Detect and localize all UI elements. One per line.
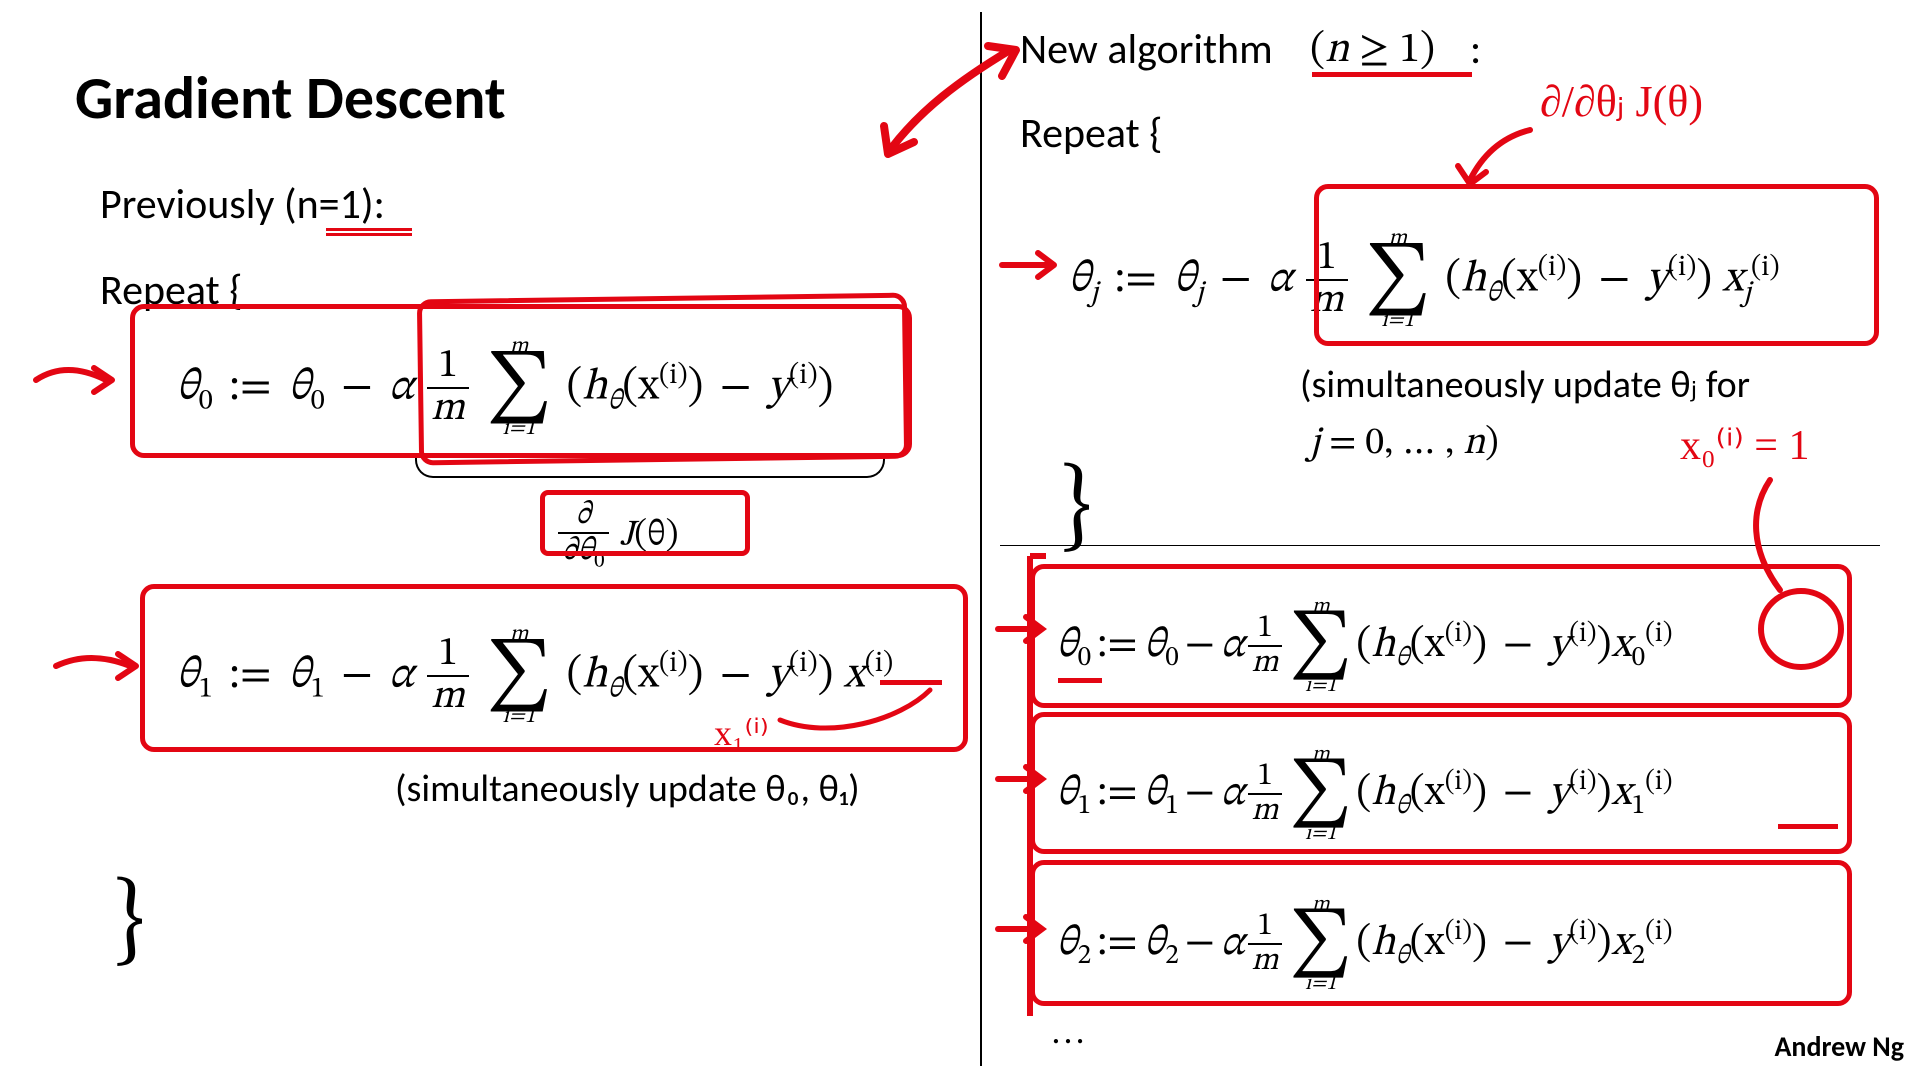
arrow-theta1 [50,636,150,696]
column-divider [980,12,982,1066]
right-sim-a: (simultaneously update θⱼ for [1300,362,1750,408]
left-close-brace: } [113,862,144,982]
right-sim-b: j = 0, … , n) [1310,420,1499,468]
hand-x0-eq-1: x₀⁽ⁱ⁾ = 1 [1680,420,1809,470]
page-title: Gradient Descent [75,62,506,135]
right-header-colon: : [1470,24,1481,75]
left-sim-update: (simultaneously update θ₀, θ₁) [395,766,860,812]
right-ellipsis: … [1050,1010,1086,1052]
arrow-theta0 [26,350,126,410]
red-box-partial [540,490,750,556]
red-box-theta0-inner [417,293,909,466]
right-hrule [1000,545,1880,546]
underline-n1 [326,228,412,236]
right-close-brace: } [1060,448,1091,568]
arrow-bidir [870,40,1030,170]
slide: Gradient Descent Previously (n=1): Repea… [0,0,1914,1070]
underline-n-ge-1 [1312,72,1472,77]
underline-xi-left [880,680,942,685]
right-header-text: New algorithm [1020,24,1273,75]
red-box-exp1 [1030,712,1852,854]
right-repeat: Repeat { [1020,108,1162,159]
right-header-cond: (n ≥ 1) [1310,24,1435,77]
hand-partial-j: ∂/∂θⱼ J(θ) [1540,76,1703,127]
red-box-exp0 [1030,564,1852,708]
repeat-label-right: Repeat { [1020,108,1162,159]
underline-x1i-exp [1778,824,1838,829]
red-box-exp2 [1030,860,1852,1006]
credit: Andrew Ng [1774,1029,1904,1064]
arrow-thetaj [996,240,1066,290]
red-box-thetaj [1314,184,1879,346]
red-box-theta1 [140,584,968,752]
hand-x1i: x₁⁽ⁱ⁾ [714,712,769,754]
left-header: Previously (n=1): [100,179,385,230]
underline-theta0-exp [1058,678,1102,683]
